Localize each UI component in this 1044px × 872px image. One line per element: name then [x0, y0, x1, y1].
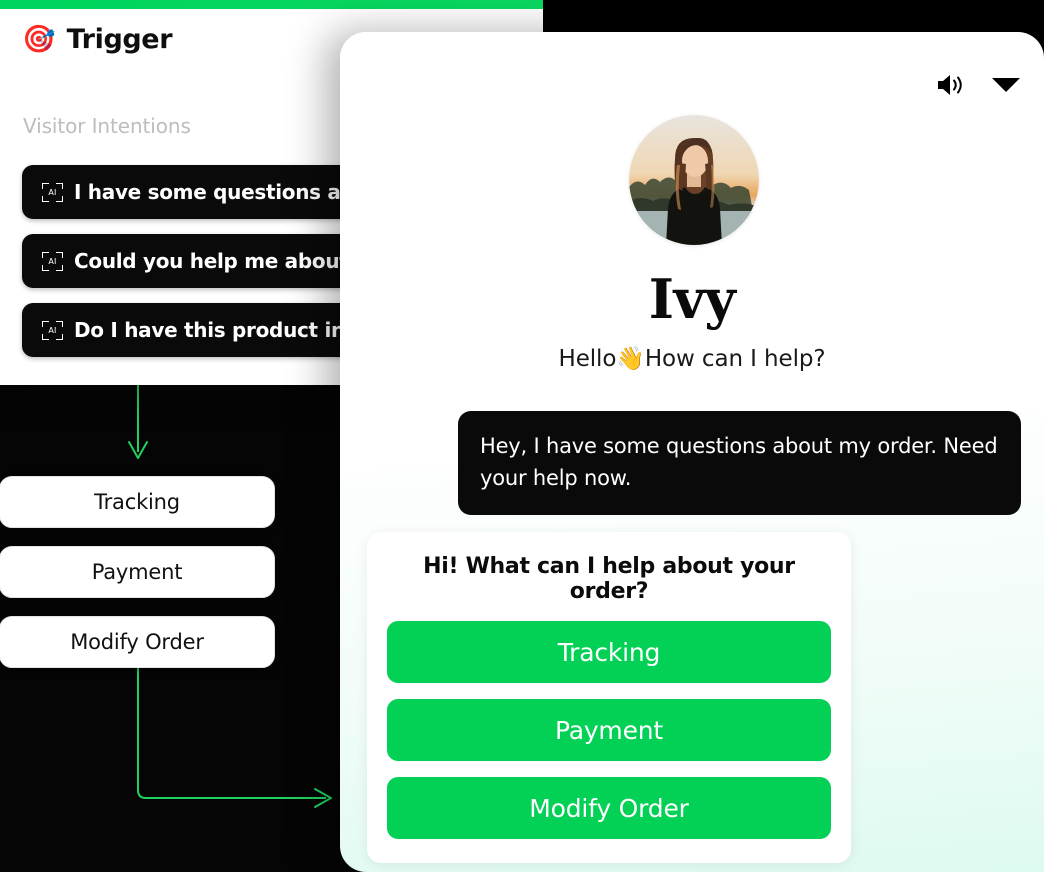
flow-node-tracking[interactable]: Tracking — [0, 476, 275, 528]
screenshot-stage: Tracking Payment Modify Order 🎯 Trigger … — [0, 0, 1044, 872]
agent-avatar — [629, 115, 759, 245]
dart-target-icon: 🎯 — [22, 24, 56, 55]
chat-panel: Ivy Hello👋How can I help? Hey, I have so… — [340, 32, 1044, 872]
ai-badge-icon: AI — [42, 251, 63, 271]
connector-path-bottom — [137, 668, 326, 799]
user-message-bubble: Hey, I have some questions about my orde… — [458, 411, 1021, 515]
flow-node-label: Modify Order — [70, 630, 204, 654]
trigger-header: 🎯 Trigger — [22, 24, 173, 55]
speaker-volume-icon[interactable] — [936, 72, 966, 98]
quick-reply-label: Payment — [554, 715, 664, 745]
chat-header-actions — [936, 72, 1020, 98]
bot-quick-reply-card: Hi! What can I help about your order? Tr… — [367, 532, 851, 863]
flow-node-modify-order[interactable]: Modify Order — [0, 616, 275, 668]
quick-reply-label: Modify Order — [529, 793, 689, 823]
chevron-down-icon[interactable] — [992, 76, 1020, 94]
quick-reply-modify-order[interactable]: Modify Order — [387, 777, 831, 839]
user-message-text: Hey, I have some questions about my orde… — [480, 434, 998, 490]
ai-badge-icon: AI — [42, 182, 63, 202]
flow-node-label: Tracking — [94, 490, 180, 514]
quick-reply-label: Tracking — [557, 637, 661, 667]
trigger-title: Trigger — [66, 24, 173, 55]
visitor-intentions-label: Visitor Intentions — [23, 114, 191, 138]
flow-node-label: Payment — [91, 560, 183, 584]
flow-node-payment[interactable]: Payment — [0, 546, 275, 598]
ai-badge-icon: AI — [42, 320, 63, 340]
trigger-card-accent-bar — [0, 0, 543, 9]
bot-card-title: Hi! What can I help about your order? — [423, 554, 795, 604]
agent-name: Ivy — [648, 267, 736, 331]
agent-greeting: Hello👋How can I help? — [558, 346, 826, 372]
avatar-image — [629, 115, 759, 245]
quick-reply-tracking[interactable]: Tracking — [387, 621, 831, 683]
quick-reply-payment[interactable]: Payment — [387, 699, 831, 761]
